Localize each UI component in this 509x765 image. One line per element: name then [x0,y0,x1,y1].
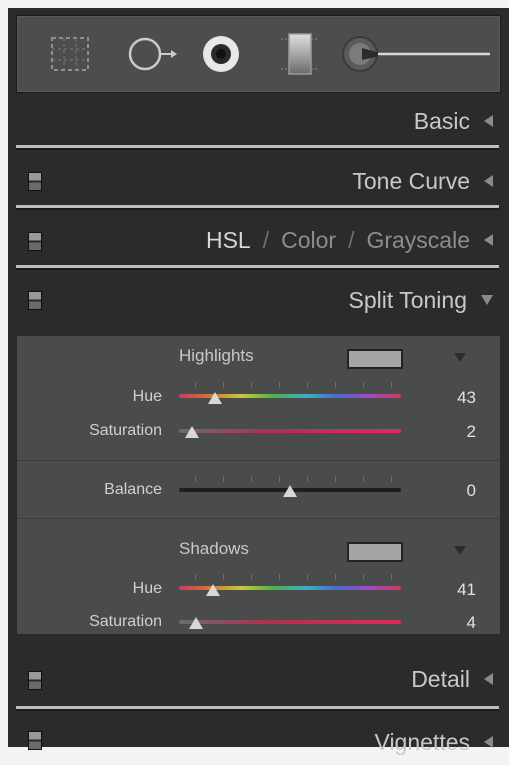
shadows-saturation-thumb[interactable] [189,617,203,629]
slider-ticks [195,476,405,482]
divider [16,709,499,711]
divider [16,268,499,270]
section-vignettes-label: Vignettes [374,728,470,755]
highlights-saturation-label: Saturation [89,422,162,439]
section-basic-label: Basic [413,107,470,134]
balance-label: Balance [104,481,162,498]
divider [17,518,500,519]
shadows-picker-arrow-icon[interactable] [454,546,466,555]
highlights-saturation-value[interactable]: 2 [467,422,476,442]
slider-ticks [195,574,405,580]
highlights-saturation-slider[interactable] [179,429,401,433]
section-basic[interactable]: Basic [8,98,509,144]
highlights-hue-label: Hue [132,388,162,405]
collapse-arrow-icon [484,736,493,748]
highlights-hue-thumb[interactable] [208,392,222,404]
shadows-saturation-value[interactable]: 4 [467,613,476,633]
divider [16,148,499,150]
section-split-toning-label: Split Toning [348,286,468,313]
collapse-arrow-icon [484,175,493,187]
shadows-saturation-label: Saturation [89,613,162,630]
red-eye-icon[interactable] [200,33,242,75]
section-vignettes[interactable]: Vignettes [8,719,509,765]
crop-overlay-icon[interactable] [50,36,90,72]
adjustment-brush-icon[interactable] [340,35,492,73]
highlights-saturation-thumb[interactable] [185,426,199,438]
highlights-hue-value[interactable]: 43 [457,388,476,408]
tab-hsl[interactable]: HSL [206,227,251,254]
balance-thumb[interactable] [283,485,297,497]
section-detail[interactable]: Detail [8,656,509,702]
slider-ticks [195,382,405,388]
shadows-hue-value[interactable]: 41 [457,580,476,600]
graduated-filter-icon[interactable] [279,31,321,77]
shadows-saturation-slider[interactable] [179,620,401,624]
highlights-picker-arrow-icon[interactable] [454,353,466,362]
expand-arrow-icon [481,295,493,305]
divider [16,208,499,210]
section-tone-curve[interactable]: Tone Curve [8,158,509,204]
section-hsl-color-grayscale[interactable]: HSL / Color / Grayscale [8,216,509,264]
tool-strip [16,15,501,93]
slash-separator: / [348,226,355,253]
split-toning-panel: Highlights Hue 43 Saturation 2 Balance 0… [16,335,501,635]
section-tone-curve-label: Tone Curve [352,167,470,194]
collapse-arrow-icon [484,673,493,685]
slash-separator: / [262,226,270,253]
divider [17,460,500,461]
section-detail-label: Detail [411,665,470,692]
spot-removal-icon[interactable] [127,34,179,74]
shadows-title: Shadows [179,539,249,558]
shadows-hue-label: Hue [132,580,162,597]
tab-grayscale[interactable]: Grayscale [366,227,470,254]
collapse-arrow-icon [484,234,493,246]
section-split-toning[interactable]: Split Toning [8,276,509,324]
highlights-color-swatch[interactable] [347,349,403,369]
highlights-title: Highlights [179,346,254,365]
shadows-color-swatch[interactable] [347,542,403,562]
shadows-hue-thumb[interactable] [206,584,220,596]
collapse-arrow-icon [484,115,493,127]
balance-value[interactable]: 0 [467,481,476,501]
tab-color[interactable]: Color [281,227,336,254]
